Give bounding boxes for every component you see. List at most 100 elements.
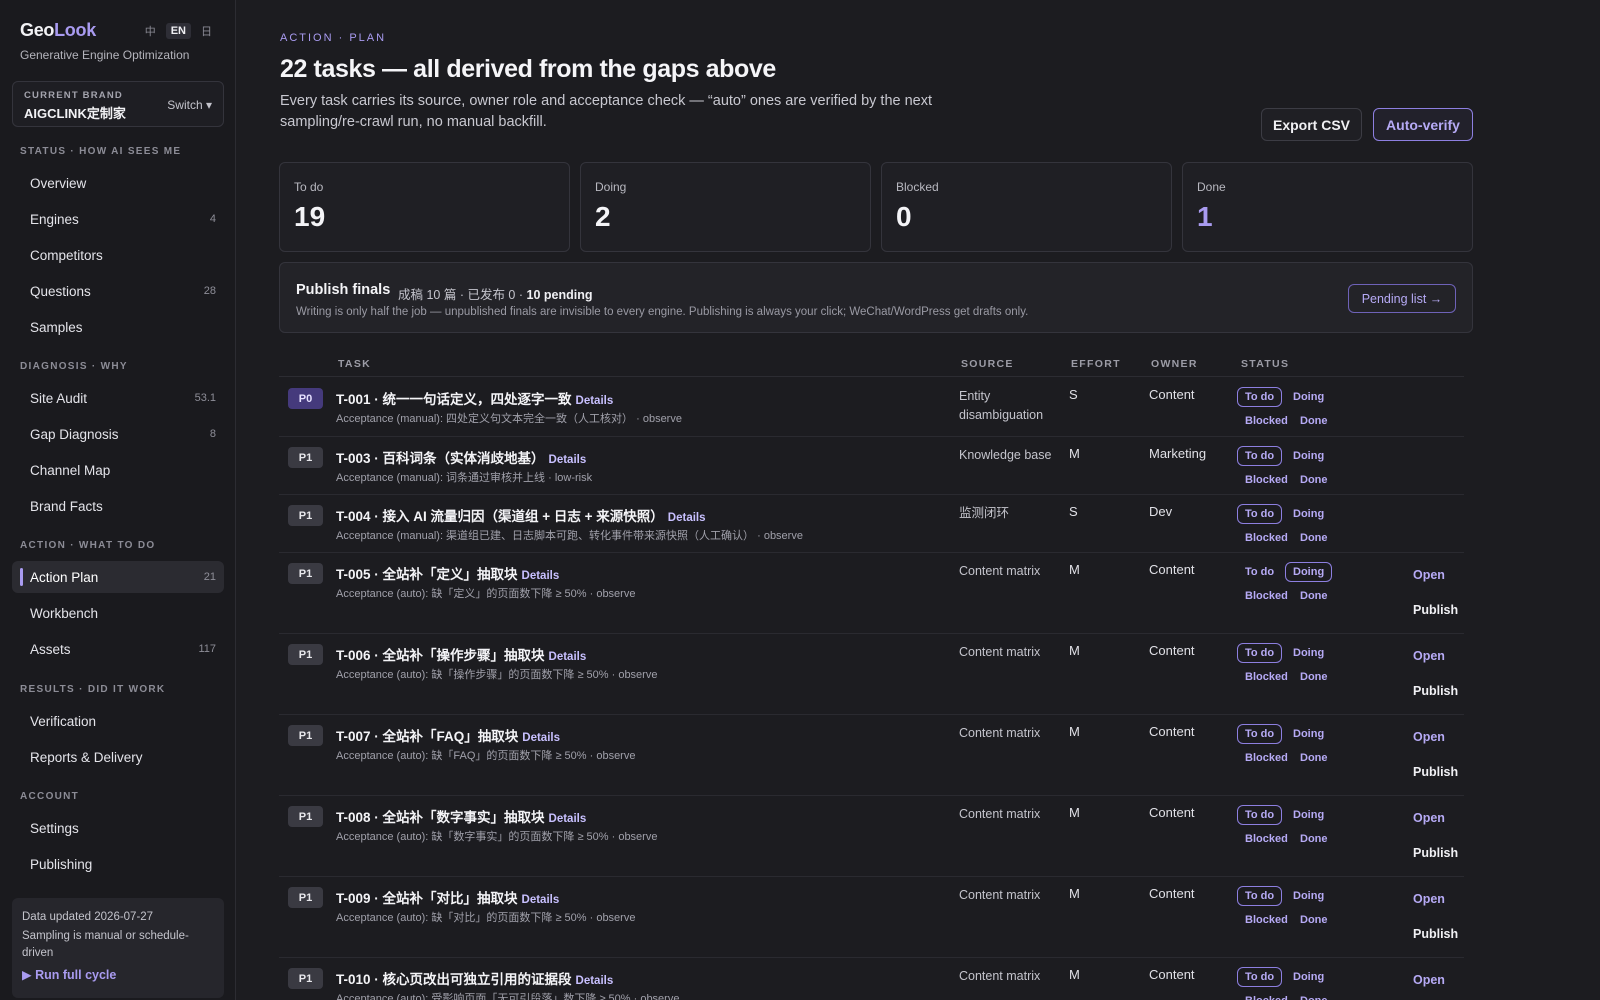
- auto-verify-button[interactable]: Auto-verify: [1373, 108, 1473, 141]
- nav-action-plan[interactable]: Action Plan 21: [12, 561, 224, 593]
- nav-reports-delivery[interactable]: Reports & Delivery: [12, 741, 224, 773]
- details-link[interactable]: Details: [522, 894, 560, 906]
- details-link[interactable]: Details: [668, 512, 706, 524]
- status-todo-button[interactable]: To do: [1237, 805, 1283, 825]
- status-todo-button[interactable]: To do: [1237, 967, 1283, 987]
- nav-workbench[interactable]: Workbench: [12, 597, 224, 629]
- task-owner: Content: [1149, 387, 1195, 402]
- status-doing-button[interactable]: Doing: [1285, 504, 1332, 524]
- details-link[interactable]: Details: [576, 975, 614, 987]
- publish-button[interactable]: Publish: [1413, 927, 1458, 941]
- acceptance-text: Acceptance (manual): 渠道组已建、日志脚本可跑、转化事件带来…: [336, 530, 803, 542]
- nav-publishing[interactable]: Publishing: [12, 848, 224, 880]
- status-done-button[interactable]: Done: [1292, 411, 1336, 431]
- lang-en[interactable]: EN: [165, 23, 191, 39]
- open-button[interactable]: Open: [1413, 973, 1445, 987]
- pending-list-button[interactable]: Pending list →: [1348, 284, 1456, 313]
- status-blocked-button[interactable]: Blocked: [1237, 748, 1296, 768]
- status-todo-button[interactable]: To do: [1237, 724, 1283, 744]
- task-source: Content matrix: [959, 645, 1041, 659]
- export-csv-button[interactable]: Export CSV: [1261, 108, 1362, 141]
- nav-verification[interactable]: Verification: [12, 705, 224, 737]
- details-link[interactable]: Details: [522, 732, 560, 744]
- status-blocked-button[interactable]: Blocked: [1237, 910, 1296, 930]
- status-done-button[interactable]: Done: [1292, 829, 1336, 849]
- task-owner: Content: [1149, 643, 1195, 658]
- priority-badge: P1: [288, 505, 323, 526]
- details-link[interactable]: Details: [549, 454, 587, 466]
- status-todo-button[interactable]: To do: [1237, 446, 1283, 466]
- details-link[interactable]: Details: [576, 395, 614, 407]
- details-link[interactable]: Details: [522, 570, 560, 582]
- status-done-button[interactable]: Done: [1292, 748, 1336, 768]
- status-doing-button[interactable]: Doing: [1285, 387, 1332, 407]
- open-button[interactable]: Open: [1413, 811, 1445, 825]
- nav-settings[interactable]: Settings: [12, 812, 224, 844]
- nav-count: 53.1: [194, 392, 216, 404]
- task-owner: Content: [1149, 886, 1195, 901]
- status-done-button[interactable]: Done: [1292, 667, 1336, 687]
- nav-site-audit[interactable]: Site Audit 53.1: [12, 382, 224, 414]
- nav-gap-diagnosis[interactable]: Gap Diagnosis 8: [12, 418, 224, 450]
- status-done-button[interactable]: Done: [1292, 586, 1336, 606]
- status-todo-button[interactable]: To do: [1237, 387, 1283, 407]
- status-blocked-button[interactable]: Blocked: [1237, 528, 1296, 548]
- status-done-button[interactable]: Done: [1292, 991, 1336, 1000]
- status-blocked-button[interactable]: Blocked: [1237, 586, 1296, 606]
- switch-brand-button[interactable]: Switch ▾: [167, 98, 212, 112]
- details-link[interactable]: Details: [549, 813, 587, 825]
- status-doing-button[interactable]: Doing: [1285, 886, 1332, 906]
- pending-count: 10 pending: [526, 288, 593, 302]
- nav-overview[interactable]: Overview: [12, 167, 224, 199]
- col-header-source: SOURCE: [961, 358, 1014, 370]
- lang-zh[interactable]: 中: [141, 22, 160, 40]
- status-todo-button[interactable]: To do: [1237, 562, 1282, 582]
- status-doing-button[interactable]: Doing: [1285, 967, 1332, 987]
- publish-finals-banner: Publish finals 成稿 10 篇 · 已发布 0 · 10 pend…: [279, 262, 1473, 333]
- open-button[interactable]: Open: [1413, 730, 1445, 744]
- task-effort: M: [1069, 643, 1080, 658]
- status-todo-button[interactable]: To do: [1237, 504, 1283, 524]
- nav-competitors[interactable]: Competitors: [12, 239, 224, 271]
- status-blocked-button[interactable]: Blocked: [1237, 829, 1296, 849]
- status-doing-button[interactable]: Doing: [1285, 805, 1332, 825]
- nav-brand-facts[interactable]: Brand Facts: [12, 490, 224, 522]
- task-effort: M: [1069, 967, 1080, 982]
- nav-engines[interactable]: Engines 4: [12, 203, 224, 235]
- status-blocked-button[interactable]: Blocked: [1237, 667, 1296, 687]
- nav-channel-map[interactable]: Channel Map: [12, 454, 224, 486]
- app-logo[interactable]: GeoLook: [20, 20, 96, 40]
- status-blocked-button[interactable]: Blocked: [1237, 470, 1296, 490]
- open-button[interactable]: Open: [1413, 568, 1445, 582]
- publish-button[interactable]: Publish: [1413, 684, 1458, 698]
- task-effort: M: [1069, 562, 1080, 577]
- open-button[interactable]: Open: [1413, 892, 1445, 906]
- table-row: P1 T-009 · 全站补「对比」抽取块 Details Acceptance …: [279, 877, 1464, 958]
- task-source: Entity disambiguation: [959, 389, 1044, 422]
- publish-button[interactable]: Publish: [1413, 603, 1458, 617]
- task-source: 监测闭环: [959, 506, 1010, 520]
- status-doing-button[interactable]: Doing: [1285, 724, 1332, 744]
- publish-button[interactable]: Publish: [1413, 846, 1458, 860]
- publish-button[interactable]: Publish: [1413, 765, 1458, 779]
- status-todo-button[interactable]: To do: [1237, 886, 1283, 906]
- details-link[interactable]: Details: [549, 651, 587, 663]
- nav-assets[interactable]: Assets 117: [12, 633, 224, 665]
- lang-other[interactable]: 日: [197, 22, 216, 40]
- status-done-button[interactable]: Done: [1292, 910, 1336, 930]
- status-done-button[interactable]: Done: [1292, 470, 1336, 490]
- run-full-cycle-button[interactable]: ▶ Run full cycle: [22, 967, 116, 982]
- status-doing-button[interactable]: Doing: [1285, 446, 1332, 466]
- open-button[interactable]: Open: [1413, 649, 1445, 663]
- status-doing-button[interactable]: Doing: [1285, 643, 1332, 663]
- task-source: Content matrix: [959, 564, 1041, 578]
- sampling-note: Sampling is manual or schedule-driven: [22, 930, 189, 959]
- status-todo-button[interactable]: To do: [1237, 643, 1283, 663]
- status-blocked-button[interactable]: Blocked: [1237, 411, 1296, 431]
- nav-samples[interactable]: Samples: [12, 311, 224, 343]
- nav-questions[interactable]: Questions 28: [12, 275, 224, 307]
- status-blocked-button[interactable]: Blocked: [1237, 991, 1296, 1000]
- stat-card-done: Done 1: [1182, 162, 1473, 252]
- status-doing-button[interactable]: Doing: [1285, 562, 1333, 582]
- status-done-button[interactable]: Done: [1292, 528, 1336, 548]
